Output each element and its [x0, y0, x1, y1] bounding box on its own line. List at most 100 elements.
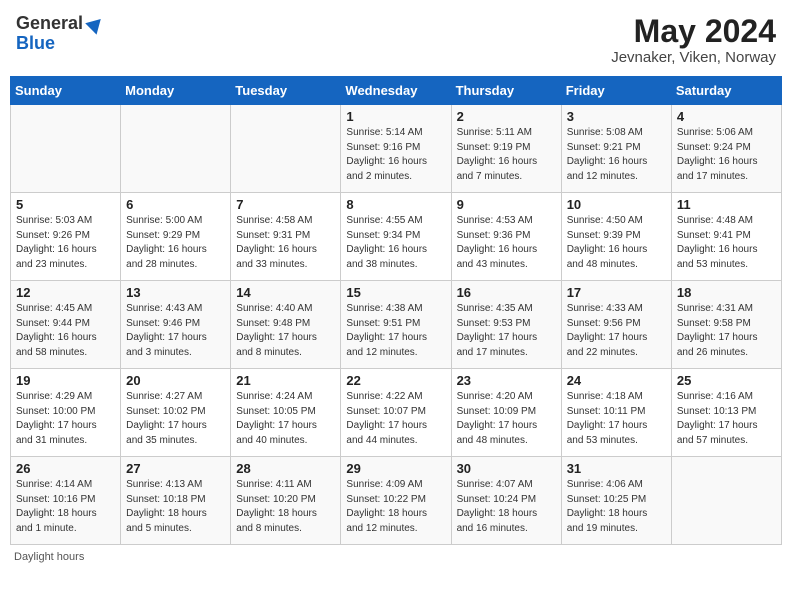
calendar-cell: 15 Sunrise: 4:38 AM Sunset: 9:51 PM Dayli…: [341, 281, 451, 369]
day-number: 11: [677, 197, 776, 212]
day-info: Sunrise: 4:55 AM Sunset: 9:34 PM Dayligh…: [346, 214, 445, 272]
day-info: Sunrise: 4:11 AM Sunset: 10:20 PM Daylig…: [236, 478, 335, 536]
calendar-cell: 31Sunrise: 4:06 AM Sunset: 10:25 PM Dayl…: [561, 457, 671, 545]
calendar-cell: 20 Sunrise: 4:27 AM Sunset: 10:02 PM Dayl…: [121, 369, 231, 457]
weekday-header-sunday: Sunday: [11, 77, 121, 105]
day-info: Sunrise: 5:14 AM Sunset: 9:16 PM Dayligh…: [346, 126, 445, 184]
weekday-header-friday: Friday: [561, 77, 671, 105]
day-number: 6: [126, 197, 225, 212]
day-info: Sunrise: 4:43 AM Sunset: 9:46 PM Dayligh…: [126, 302, 225, 360]
day-info: Sunrise: 4:38 AM Sunset: 9:51 PM Dayligh…: [346, 302, 445, 360]
weekday-header-monday: Monday: [121, 77, 231, 105]
week-row-4: 19 Sunrise: 4:29 AM Sunset: 10:00 PM Dayl…: [11, 369, 782, 457]
day-number: 5: [16, 197, 115, 212]
day-info: Sunrise: 5:08 AM Sunset: 9:21 PM Dayligh…: [567, 126, 666, 184]
calendar-cell: [121, 105, 231, 193]
day-info: Sunrise: 4:31 AM Sunset: 9:58 PM Dayligh…: [677, 302, 776, 360]
weekday-row: SundayMondayTuesdayWednesdayThursdayFrid…: [11, 77, 782, 105]
day-info: Sunrise: 5:00 AM Sunset: 9:29 PM Dayligh…: [126, 214, 225, 272]
day-info: Sunrise: 4:14 AM Sunset: 10:16 PM Daylig…: [16, 478, 115, 536]
calendar-cell: 19 Sunrise: 4:29 AM Sunset: 10:00 PM Dayl…: [11, 369, 121, 457]
day-number: 22: [346, 373, 445, 388]
location: Jevnaker, Viken, Norway: [611, 49, 776, 66]
day-info: Sunrise: 4:40 AM Sunset: 9:48 PM Dayligh…: [236, 302, 335, 360]
calendar-cell: 25 Sunrise: 4:16 AM Sunset: 10:13 PM Dayl…: [671, 369, 781, 457]
day-number: 20: [126, 373, 225, 388]
logo-blue-text: Blue: [16, 34, 55, 54]
calendar-cell: 3 Sunrise: 5:08 AM Sunset: 9:21 PM Daylig…: [561, 105, 671, 193]
day-info: Sunrise: 4:24 AM Sunset: 10:05 PM Daylig…: [236, 390, 335, 448]
day-number: 3: [567, 109, 666, 124]
day-info: Sunrise: 4:48 AM Sunset: 9:41 PM Dayligh…: [677, 214, 776, 272]
day-info: Sunrise: 5:11 AM Sunset: 9:19 PM Dayligh…: [457, 126, 556, 184]
day-info: Sunrise: 4:13 AM Sunset: 10:18 PM Daylig…: [126, 478, 225, 536]
day-number: 29: [346, 461, 445, 476]
calendar-cell: 26 Sunrise: 4:14 AM Sunset: 10:16 PM Dayl…: [11, 457, 121, 545]
day-number: 26: [16, 461, 115, 476]
calendar-cell: 12Sunrise: 4:45 AM Sunset: 9:44 PM Dayli…: [11, 281, 121, 369]
day-number: 4: [677, 109, 776, 124]
day-number: 25: [677, 373, 776, 388]
day-info: Sunrise: 4:09 AM Sunset: 10:22 PM Daylig…: [346, 478, 445, 536]
calendar-cell: 1 Sunrise: 5:14 AM Sunset: 9:16 PM Daylig…: [341, 105, 451, 193]
day-number: 8: [346, 197, 445, 212]
calendar-cell: 18 Sunrise: 4:31 AM Sunset: 9:58 PM Dayli…: [671, 281, 781, 369]
day-info: Sunrise: 4:06 AM Sunset: 10:25 PM Daylig…: [567, 478, 666, 536]
day-number: 18: [677, 285, 776, 300]
day-number: 27: [126, 461, 225, 476]
day-number: 7: [236, 197, 335, 212]
calendar-cell: 2 Sunrise: 5:11 AM Sunset: 9:19 PM Daylig…: [451, 105, 561, 193]
day-number: 9: [457, 197, 556, 212]
day-info: Sunrise: 4:33 AM Sunset: 9:56 PM Dayligh…: [567, 302, 666, 360]
day-info: Sunrise: 4:27 AM Sunset: 10:02 PM Daylig…: [126, 390, 225, 448]
calendar-cell: 5Sunrise: 5:03 AM Sunset: 9:26 PM Daylig…: [11, 193, 121, 281]
day-info: Sunrise: 4:22 AM Sunset: 10:07 PM Daylig…: [346, 390, 445, 448]
day-number: 17: [567, 285, 666, 300]
calendar-body: 1 Sunrise: 5:14 AM Sunset: 9:16 PM Daylig…: [11, 105, 782, 545]
day-number: 15: [346, 285, 445, 300]
title-section: May 2024 Jevnaker, Viken, Norway: [611, 14, 776, 66]
calendar-cell: 16Sunrise: 4:35 AM Sunset: 9:53 PM Dayli…: [451, 281, 561, 369]
weekday-header-saturday: Saturday: [671, 77, 781, 105]
day-info: Sunrise: 4:53 AM Sunset: 9:36 PM Dayligh…: [457, 214, 556, 272]
day-info: Sunrise: 4:20 AM Sunset: 10:09 PM Daylig…: [457, 390, 556, 448]
week-row-5: 26 Sunrise: 4:14 AM Sunset: 10:16 PM Dayl…: [11, 457, 782, 545]
logo-general-text: General: [16, 14, 83, 34]
calendar-header: SundayMondayTuesdayWednesdayThursdayFrid…: [11, 77, 782, 105]
calendar-cell: 17 Sunrise: 4:33 AM Sunset: 9:56 PM Dayli…: [561, 281, 671, 369]
calendar-cell: 13 Sunrise: 4:43 AM Sunset: 9:46 PM Dayli…: [121, 281, 231, 369]
day-number: 21: [236, 373, 335, 388]
day-info: Sunrise: 4:18 AM Sunset: 10:11 PM Daylig…: [567, 390, 666, 448]
calendar-cell: [671, 457, 781, 545]
calendar-table: SundayMondayTuesdayWednesdayThursdayFrid…: [10, 76, 782, 545]
week-row-1: 1 Sunrise: 5:14 AM Sunset: 9:16 PM Daylig…: [11, 105, 782, 193]
day-info: Sunrise: 5:06 AM Sunset: 9:24 PM Dayligh…: [677, 126, 776, 184]
day-number: 23: [457, 373, 556, 388]
day-number: 16: [457, 285, 556, 300]
day-number: 24: [567, 373, 666, 388]
day-info: Sunrise: 4:58 AM Sunset: 9:31 PM Dayligh…: [236, 214, 335, 272]
calendar-cell: 27 Sunrise: 4:13 AM Sunset: 10:18 PM Dayl…: [121, 457, 231, 545]
calendar-cell: 4 Sunrise: 5:06 AM Sunset: 9:24 PM Daylig…: [671, 105, 781, 193]
day-info: Sunrise: 4:29 AM Sunset: 10:00 PM Daylig…: [16, 390, 115, 448]
day-number: 19: [16, 373, 115, 388]
calendar-cell: 6 Sunrise: 5:00 AM Sunset: 9:29 PM Daylig…: [121, 193, 231, 281]
calendar-cell: 24 Sunrise: 4:18 AM Sunset: 10:11 PM Dayl…: [561, 369, 671, 457]
day-number: 13: [126, 285, 225, 300]
day-info: Sunrise: 4:16 AM Sunset: 10:13 PM Daylig…: [677, 390, 776, 448]
day-number: 28: [236, 461, 335, 476]
week-row-2: 5Sunrise: 5:03 AM Sunset: 9:26 PM Daylig…: [11, 193, 782, 281]
calendar-cell: 14Sunrise: 4:40 AM Sunset: 9:48 PM Dayli…: [231, 281, 341, 369]
week-row-3: 12Sunrise: 4:45 AM Sunset: 9:44 PM Dayli…: [11, 281, 782, 369]
day-number: 1: [346, 109, 445, 124]
month-title: May 2024: [611, 14, 776, 49]
daylight-label: Daylight hours: [14, 551, 84, 563]
day-number: 2: [457, 109, 556, 124]
day-info: Sunrise: 4:07 AM Sunset: 10:24 PM Daylig…: [457, 478, 556, 536]
calendar-cell: 21 Sunrise: 4:24 AM Sunset: 10:05 PM Dayl…: [231, 369, 341, 457]
calendar-cell: 10Sunrise: 4:50 AM Sunset: 9:39 PM Dayli…: [561, 193, 671, 281]
calendar-cell: 29 Sunrise: 4:09 AM Sunset: 10:22 PM Dayl…: [341, 457, 451, 545]
calendar-cell: [231, 105, 341, 193]
weekday-header-tuesday: Tuesday: [231, 77, 341, 105]
logo-icon: [85, 13, 106, 34]
